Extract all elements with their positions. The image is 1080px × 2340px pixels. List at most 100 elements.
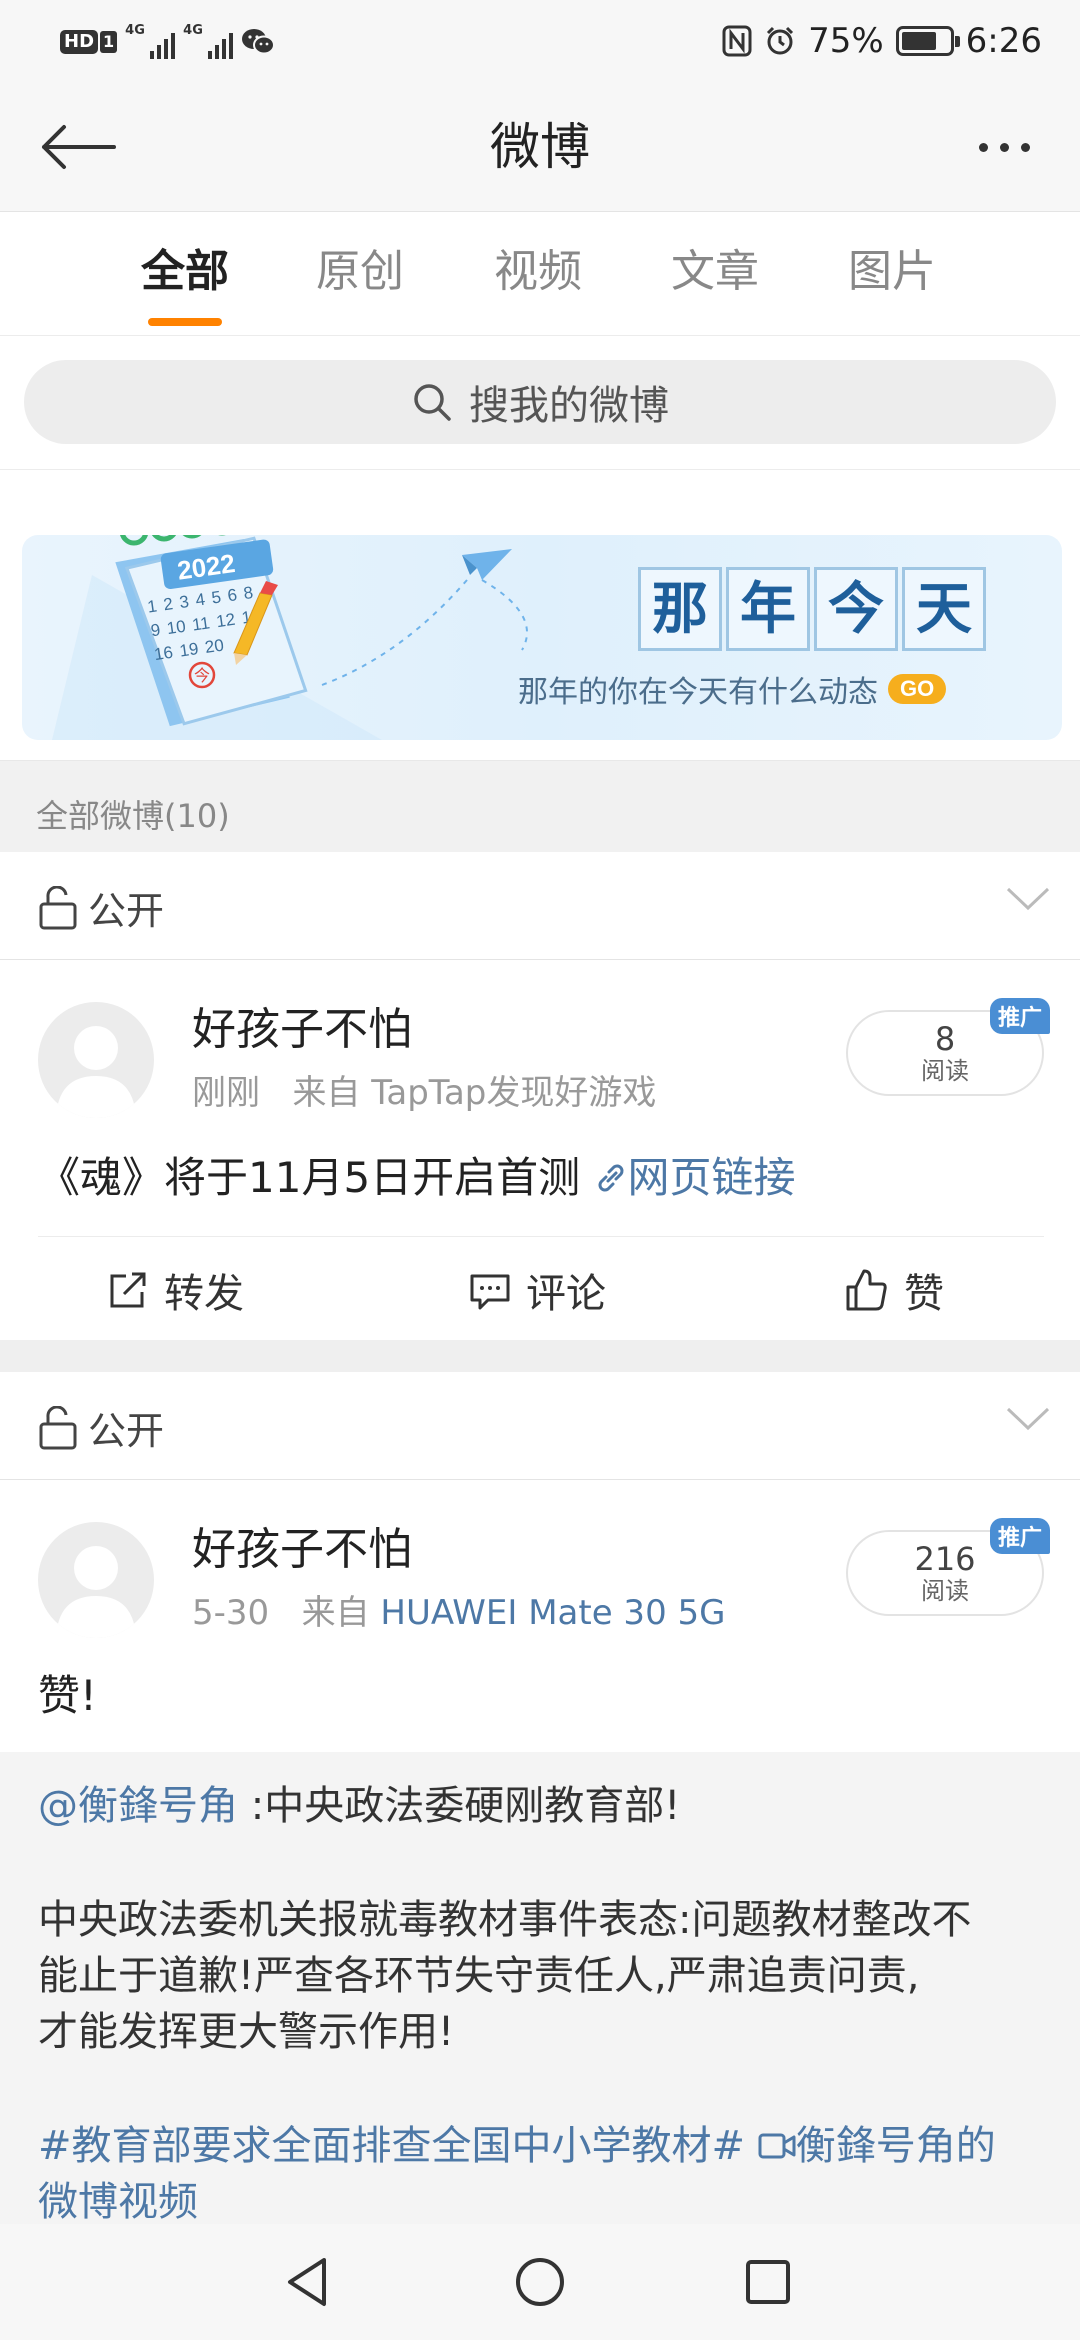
tab-video[interactable]: 视频 — [478, 242, 598, 302]
weibo-count-text: 全部微博(10) — [36, 797, 230, 835]
comment-icon — [470, 1274, 510, 1310]
go-button[interactable]: GO — [888, 674, 947, 704]
banner-title-char: 年 — [726, 567, 810, 651]
web-link[interactable]: 网页链接 — [594, 1153, 796, 1202]
hd-voice-badge: HD 1 — [60, 30, 118, 54]
triangle-back-icon — [288, 2258, 326, 2306]
app-header: 微博 — [0, 82, 1080, 212]
like-button[interactable]: 赞 — [844, 1261, 944, 1319]
post-body: 《魂》将于11月5日开启首测 — [38, 1153, 581, 1202]
post-source: TapTap发现好游戏 — [371, 1073, 657, 1113]
quoted-post[interactable]: @衡鋒号角 :中央政法委硬刚教育部! 中央政法委机关报就毒教材事件表态:问题教材… — [0, 1752, 1080, 2225]
quoted-topics: #教育部要求全面排查全国中小学教材# 衡鋒号角的 — [38, 2118, 1044, 2174]
circle-home-icon — [516, 2258, 564, 2306]
signal-icon: 4G — [125, 23, 176, 59]
tab-images[interactable]: 图片 — [832, 242, 952, 302]
status-left: HD 1 4G 4G — [60, 20, 276, 64]
quoted-body-line: 才能发挥更大警示作用! — [38, 2009, 455, 2055]
post-card: 好孩子不怕 刚刚 来自 TapTap发现好游戏 8 阅读 推广 《魂》将于11月… — [0, 960, 1080, 1340]
default-avatar-icon — [56, 1026, 136, 1118]
search-placeholder: 搜我的微博 — [469, 383, 669, 429]
mention-link[interactable]: @衡鋒号角 — [38, 1783, 238, 1829]
tab-article[interactable]: 文章 — [655, 242, 775, 302]
video-link-continued[interactable]: 微博视频 — [38, 2174, 1044, 2230]
alarm-icon — [767, 26, 794, 55]
read-label: 阅读 — [921, 1577, 969, 1605]
wechat-icon — [242, 29, 276, 55]
quoted-headline-text: :中央政法委硬刚教育部! — [250, 1783, 681, 1829]
post-divider — [0, 1340, 1080, 1372]
video-link[interactable]: 衡鋒号角的 — [758, 2123, 996, 2169]
post-text: 《魂》将于11月5日开启首测 网页链接 — [38, 1148, 1044, 1208]
post-meta: 刚刚 来自 TapTap发现好游戏 — [192, 1070, 656, 1116]
tab-all[interactable]: 全部 — [125, 242, 245, 302]
filter-tabs: 全部 原创 视频 文章 图片 — [0, 212, 1080, 336]
banner-area: 2022 1 2 3 4 5 6 8 9 10 11 12 15 16 19 2… — [0, 470, 1080, 760]
like-label: 赞 — [904, 1271, 944, 1317]
battery-percent: 75% — [808, 21, 884, 61]
quoted-body-line: 能止于道歉!严查各环节失守责任人,严肃追责问责, — [38, 1953, 920, 1999]
tab-original[interactable]: 原创 — [300, 242, 420, 302]
visibility-label: 公开 — [88, 1409, 165, 1453]
nav-home-button[interactable] — [510, 2252, 570, 2312]
post-body: 赞! — [38, 1671, 97, 1720]
promote-tag[interactable]: 推广 — [989, 998, 1050, 1034]
default-avatar-icon — [56, 1546, 136, 1638]
visibility-label: 公开 — [88, 889, 165, 933]
banner-subtitle-text: 那年的你在今天有什么动态 — [518, 675, 878, 710]
link-icon — [598, 1164, 624, 1192]
post-actions: 转发 评论 赞 — [38, 1236, 1044, 1344]
banner-title: 那 年 今 天 — [638, 567, 986, 651]
nfc-icon — [722, 25, 752, 57]
chevron-down-icon[interactable] — [1006, 1406, 1050, 1432]
video-icon — [758, 2133, 796, 2159]
comment-button[interactable]: 评论 — [468, 1261, 606, 1319]
web-link-label: 网页链接 — [627, 1153, 796, 1202]
clock: 6:26 — [965, 21, 1042, 61]
source-prefix: 来自 — [301, 1593, 370, 1633]
banner-subtitle: 那年的你在今天有什么动态 GO — [518, 667, 947, 711]
quoted-body-line: 中央政法委机关报就毒教材事件表态:问题教材整改不 — [38, 1897, 972, 1943]
post-source[interactable]: HUAWEI Mate 30 5G — [380, 1593, 725, 1633]
author-name[interactable]: 好孩子不怕 — [192, 1522, 412, 1578]
promote-tag[interactable]: 推广 — [989, 1518, 1050, 1554]
weibo-count-label: 全部微博(10) — [0, 760, 1080, 852]
more-options-button[interactable] — [964, 112, 1044, 182]
active-tab-indicator — [148, 318, 222, 326]
hd-label: HD — [60, 30, 99, 54]
on-this-day-banner[interactable]: 2022 1 2 3 4 5 6 8 9 10 11 12 15 16 19 2… — [22, 535, 1062, 740]
search-area: 搜我的微博 — [0, 336, 1080, 470]
nav-back-button[interactable] — [278, 2252, 338, 2312]
chevron-down-icon[interactable] — [1006, 886, 1050, 912]
video-link-label: 衡鋒号角的 — [795, 2123, 996, 2169]
status-right: 75% 6:26 — [722, 18, 1042, 64]
repost-icon — [110, 1272, 146, 1308]
banner-title-char: 今 — [814, 567, 898, 651]
unlock-icon — [39, 885, 77, 929]
calendar-today: 今 — [194, 666, 210, 685]
comment-label: 评论 — [526, 1271, 606, 1317]
thumbs-up-icon — [846, 1269, 887, 1311]
calendar-illustration: 2022 1 2 3 4 5 6 8 9 10 11 12 15 16 19 2… — [52, 535, 528, 740]
visibility-row[interactable]: 公开 — [0, 1372, 1080, 1480]
post-time: 5-30 — [192, 1593, 270, 1633]
visibility-row[interactable]: 公开 — [0, 852, 1080, 960]
square-recents-icon — [746, 2260, 790, 2304]
search-input[interactable]: 搜我的微博 — [24, 360, 1056, 444]
read-label: 阅读 — [921, 1057, 969, 1085]
system-navigation-bar — [0, 2224, 1080, 2340]
page-title: 微博 — [490, 118, 590, 176]
status-bar: HD 1 4G 4G 75% 6:26 — [0, 0, 1080, 82]
nav-recents-button[interactable] — [738, 2252, 798, 2312]
avatar[interactable] — [38, 1522, 154, 1638]
read-count-pill[interactable]: 216 阅读 推广 — [846, 1518, 1050, 1616]
avatar[interactable] — [38, 1002, 154, 1118]
signal-icon: 4G — [183, 23, 234, 59]
banner-title-char: 天 — [902, 567, 986, 651]
author-name[interactable]: 好孩子不怕 — [192, 1002, 412, 1058]
unlock-icon — [39, 1405, 77, 1449]
read-count-pill[interactable]: 8 阅读 推广 — [846, 998, 1050, 1096]
post-card: 好孩子不怕 5-30 来自 HUAWEI Mate 30 5G 216 阅读 推… — [0, 1480, 1080, 1752]
repost-button[interactable]: 转发 — [106, 1261, 244, 1319]
hashtag-link[interactable]: #教育部要求全面排查全国中小学教材# — [38, 2123, 745, 2169]
